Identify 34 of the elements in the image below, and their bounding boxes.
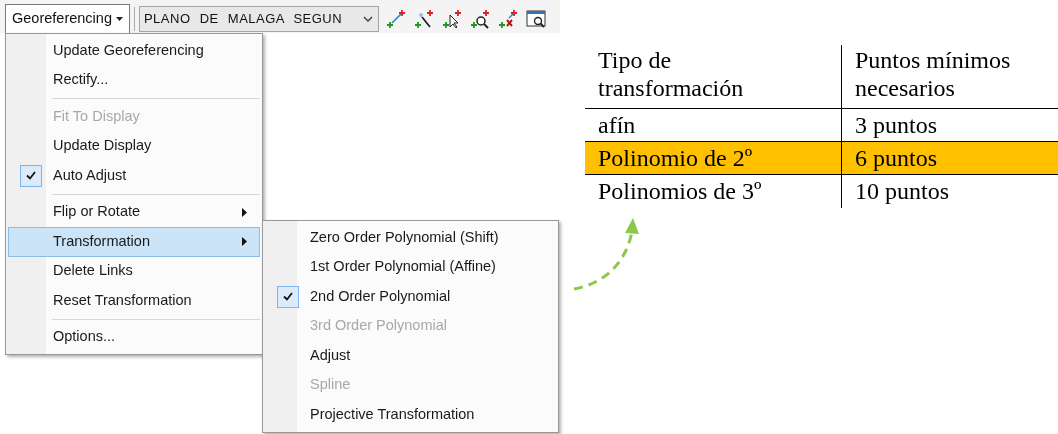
menu-item[interactable]: Adjust [265, 341, 556, 371]
table-cell: 3 puntos [841, 108, 1058, 142]
column-header: Puntos mínimos necesarios [841, 45, 1058, 109]
table-cell: 10 puntos [841, 174, 1058, 208]
add-link-icon[interactable] [384, 7, 407, 30]
menu-item[interactable]: Update Georeferencing [8, 36, 260, 66]
menu-item[interactable]: Flip or Rotate [8, 197, 260, 227]
menu-item[interactable]: 1st Order Polynomial (Affine) [265, 252, 556, 282]
table-cell: afín [585, 108, 842, 142]
zoom-icon[interactable] [468, 7, 491, 30]
menu-item[interactable]: Transformation [8, 227, 260, 257]
georeferencing-menu-button[interactable]: Georeferencing [5, 4, 130, 33]
submenu-arrow-icon [242, 237, 247, 247]
menu-item[interactable]: Delete Links [8, 256, 260, 286]
cursor-icon[interactable] [440, 7, 463, 30]
dropdown-caret-icon [115, 17, 123, 21]
layer-select[interactable]: PLANO DE MALAGA SEGUN [138, 5, 379, 32]
menu-item[interactable]: Options... [8, 322, 260, 352]
menu-item[interactable]: Rectify... [8, 65, 260, 95]
chevron-down-icon [362, 15, 373, 22]
menu-item[interactable]: Zero Order Polynomial (Shift) [265, 223, 556, 253]
delete-link-icon[interactable] [496, 7, 519, 30]
submenu-arrow-icon [242, 207, 247, 217]
menu-item[interactable]: Auto Adjust [8, 161, 260, 191]
link-table-icon[interactable] [524, 7, 547, 30]
magic-wand-icon[interactable] [412, 7, 435, 30]
column-header: Tipo de transformación [585, 45, 842, 109]
menu-item[interactable]: Reset Transformation [8, 286, 260, 316]
table-cell: Polinomio de 2º [585, 141, 842, 175]
menu-item[interactable]: Projective Transformation [265, 400, 556, 430]
menu-item[interactable]: Update Display [8, 131, 260, 161]
table-cell: 6 puntos [841, 141, 1058, 175]
table-cell: Polinomios de 3º [585, 174, 842, 208]
menu-item[interactable]: 2nd Order Polynomial [265, 282, 556, 312]
